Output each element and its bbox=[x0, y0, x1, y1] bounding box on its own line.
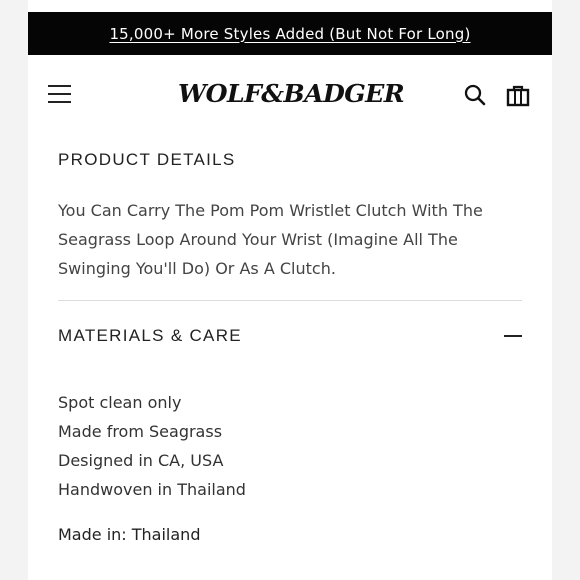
shopping-bag-icon[interactable] bbox=[506, 83, 530, 107]
care-item: Spot clean only bbox=[58, 393, 182, 412]
product-description: You Can Carry The Pom Pom Wristlet Clutc… bbox=[58, 201, 483, 278]
product-page: 15,000+ More Styles Added (But Not For L… bbox=[28, 0, 552, 580]
promo-banner[interactable]: 15,000+ More Styles Added (But Not For L… bbox=[28, 12, 552, 55]
materials-care-list: Spot clean only Made from Seagrass Desig… bbox=[58, 388, 246, 504]
materials-care-heading[interactable]: MATERIALS & CARE bbox=[58, 326, 242, 346]
minus-collapse-icon[interactable] bbox=[504, 335, 522, 337]
brand-logo[interactable]: WOLF&BADGER bbox=[174, 79, 407, 108]
made-in-text: Made in: Thailand bbox=[58, 525, 201, 544]
product-details-heading: PRODUCT DETAILS bbox=[58, 150, 236, 169]
care-item: Made from Seagrass bbox=[58, 422, 223, 441]
promo-link[interactable]: 15,000+ More Styles Added (But Not For L… bbox=[109, 25, 470, 43]
section-divider bbox=[58, 300, 522, 301]
care-item: Designed in CA, USA bbox=[58, 451, 224, 470]
site-header: WOLF&BADGER bbox=[28, 55, 552, 135]
hamburger-menu-icon[interactable] bbox=[48, 85, 71, 105]
care-item: Handwoven in Thailand bbox=[58, 480, 246, 499]
search-icon[interactable] bbox=[464, 84, 486, 106]
